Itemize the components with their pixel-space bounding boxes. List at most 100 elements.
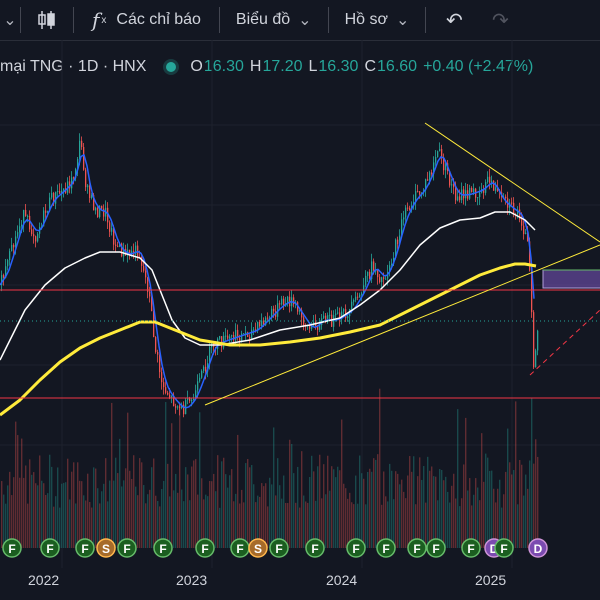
- price-chart[interactable]: FFFSFFFFSFFFFFFFDFD: [0, 0, 600, 568]
- volume-bar: [345, 488, 347, 548]
- candle-body: [373, 261, 375, 271]
- volume-bar: [147, 494, 149, 548]
- volume-bar: [135, 486, 137, 548]
- volume-bar: [383, 471, 385, 548]
- candle-body: [471, 188, 473, 193]
- volume-bar: [505, 471, 507, 548]
- candle-body: [381, 277, 383, 283]
- candle-body: [51, 193, 53, 198]
- volume-bar: [433, 476, 435, 548]
- volume-bar: [449, 502, 451, 548]
- volume-bar: [183, 501, 185, 548]
- volume-bar: [97, 488, 99, 548]
- event-marker-label: F: [159, 542, 166, 556]
- candle-body: [109, 222, 111, 232]
- volume-bar: [393, 499, 395, 548]
- volume-bar: [93, 467, 95, 548]
- volume-bar: [429, 470, 431, 548]
- volume-bar: [347, 498, 349, 548]
- candle-body: [385, 278, 387, 280]
- volume-bar: [35, 483, 37, 548]
- volume-bar: [507, 428, 509, 548]
- volume-bar: [373, 458, 375, 548]
- volume-bar: [215, 491, 217, 548]
- volume-bar: [511, 474, 513, 548]
- volume-bar: [123, 480, 125, 548]
- candle-body: [361, 293, 363, 295]
- volume-bar: [197, 494, 199, 548]
- volume-bar: [95, 468, 97, 548]
- candle-body: [31, 229, 33, 235]
- volume-bar: [1, 481, 3, 548]
- volume-bar: [465, 417, 467, 548]
- event-marker-label: F: [236, 542, 243, 556]
- candle-body: [457, 196, 459, 201]
- volume-bar: [329, 490, 331, 548]
- event-marker-label: F: [46, 542, 53, 556]
- volume-bar: [187, 474, 189, 548]
- volume-bar: [403, 491, 405, 548]
- ma-slow-line: [0, 262, 537, 417]
- candle-body: [329, 314, 331, 316]
- candle-body: [477, 197, 479, 199]
- time-axis: 2022 2023 2024 2025: [0, 568, 600, 600]
- volume-bar: [105, 458, 107, 548]
- volume-bar: [325, 494, 327, 548]
- candle-body: [249, 336, 251, 339]
- candle-body: [165, 387, 167, 393]
- candle-body: [357, 296, 359, 298]
- candle-body: [229, 336, 231, 339]
- candle-body: [89, 185, 91, 199]
- volume-bar: [339, 470, 341, 548]
- volume-bar: [79, 480, 81, 548]
- volume-bar: [463, 464, 465, 548]
- candle-body: [427, 179, 429, 181]
- volume-bar: [361, 473, 363, 548]
- volume-bar: [13, 477, 15, 548]
- volume-bar: [521, 464, 523, 548]
- candle-body: [257, 321, 259, 331]
- volume-bar: [139, 458, 141, 548]
- candle-body: [267, 317, 269, 319]
- candle-body: [355, 296, 357, 301]
- volume-bar: [537, 456, 539, 548]
- volume-bar: [519, 460, 521, 548]
- volume-bar: [267, 506, 269, 548]
- candle-body: [79, 140, 81, 160]
- candle-body: [219, 336, 221, 339]
- volume-bar: [271, 484, 273, 548]
- volume-bar: [447, 491, 449, 548]
- candle-body: [205, 366, 207, 372]
- candle-body: [225, 335, 227, 337]
- candle-body: [87, 185, 89, 188]
- candle-body: [335, 313, 337, 316]
- event-marker-label: S: [254, 542, 262, 556]
- candle-body: [437, 151, 439, 158]
- volume-bar: [129, 470, 131, 548]
- volume-bar: [481, 433, 483, 548]
- candle-body: [495, 187, 497, 191]
- volume-bar: [487, 457, 489, 548]
- volume-bar: [269, 477, 271, 548]
- volume-bar: [171, 423, 173, 548]
- volume-bar: [31, 474, 33, 548]
- volume-bar: [533, 463, 535, 548]
- candle-body: [235, 329, 237, 341]
- candle-body: [505, 196, 507, 199]
- volume-bar: [221, 461, 223, 548]
- volume-bar: [359, 455, 361, 548]
- volume-bar: [251, 465, 253, 548]
- volume-bar: [489, 470, 491, 548]
- volume-bar: [523, 495, 525, 548]
- volume-bar: [287, 503, 289, 548]
- event-markers: FFFSFFFFSFFFFFFFDFD: [2, 538, 548, 558]
- candle-body: [63, 188, 65, 191]
- volume-bar: [51, 466, 53, 548]
- volume-bar: [199, 412, 201, 548]
- candle-body: [487, 176, 489, 183]
- volume-bar: [283, 475, 285, 548]
- volume-bar: [375, 459, 377, 548]
- volume-bar: [435, 476, 437, 548]
- volume-bar: [109, 480, 111, 548]
- volume-bar: [277, 458, 279, 548]
